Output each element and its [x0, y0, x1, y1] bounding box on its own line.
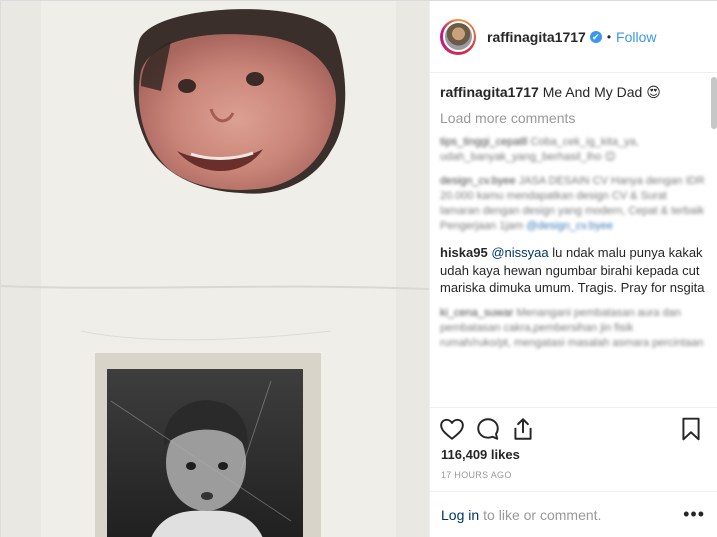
comment-mention[interactable]: @nissyaa	[491, 245, 548, 260]
login-link[interactable]: Log in	[441, 507, 479, 523]
caption-text: Me And My Dad 😍	[542, 84, 661, 100]
login-prompt-text: to like or comment.	[483, 507, 602, 523]
verified-badge-icon: ✔	[589, 30, 602, 43]
list-item: tips_tinggi_cepatll Coba_cek_ig_kita_ya,…	[440, 135, 705, 165]
comments-scrollbar[interactable]	[711, 77, 717, 129]
comments-list[interactable]: raffinagita1717 Me And My Dad 😍 Load mor…	[430, 73, 717, 407]
baby-face-cutout	[133, 9, 346, 194]
list-item: ki_cena_suwar Menangani pembatasan aura …	[440, 306, 705, 351]
instagram-post-frame: raffinagita1717 ✔ • Follow raffinagita17…	[0, 0, 717, 537]
post-header: raffinagita1717 ✔ • Follow	[430, 1, 717, 73]
login-footer: Log in to like or comment. •••	[430, 491, 717, 537]
comment-link[interactable]: @design_cv.byee	[526, 220, 613, 232]
load-more-comments-button[interactable]: Load more comments	[440, 110, 705, 126]
follow-button[interactable]: Follow	[616, 29, 656, 45]
post-side-panel: raffinagita1717 ✔ • Follow raffinagita17…	[429, 1, 717, 537]
list-item: design_cv.byee JASA DESAIN CV Hanya deng…	[440, 174, 705, 234]
post-caption: raffinagita1717 Me And My Dad 😍	[440, 83, 705, 101]
header-separator: •	[606, 29, 612, 44]
bookmark-icon[interactable]	[678, 416, 704, 442]
avatar-image	[442, 21, 474, 52]
avatar[interactable]	[440, 18, 476, 55]
comment-icon[interactable]	[475, 416, 501, 442]
post-photo[interactable]	[1, 1, 429, 537]
heart-icon[interactable]	[439, 416, 465, 442]
post-photo-graphic	[1, 1, 429, 537]
comment-username[interactable]: design_cv.byee	[440, 175, 516, 187]
caption-username[interactable]: raffinagita1717	[440, 84, 539, 100]
likes-count[interactable]: 116,409 likes	[441, 447, 520, 462]
comment-username[interactable]: ki_cena_suwar	[440, 307, 513, 319]
old-photo	[95, 353, 321, 537]
post-timestamp[interactable]: 17 HOURS AGO	[441, 470, 512, 480]
action-bar	[430, 407, 717, 447]
share-icon[interactable]	[510, 416, 536, 442]
header-username[interactable]: raffinagita1717	[487, 29, 586, 45]
comment-username[interactable]: tips_tinggi_cepatll	[440, 136, 527, 148]
more-options-icon[interactable]: •••	[683, 504, 705, 525]
comment-username[interactable]: hiska95	[440, 245, 488, 260]
list-item: hiska95 @nissyaa lu ndak malu punya kaka…	[440, 244, 705, 297]
